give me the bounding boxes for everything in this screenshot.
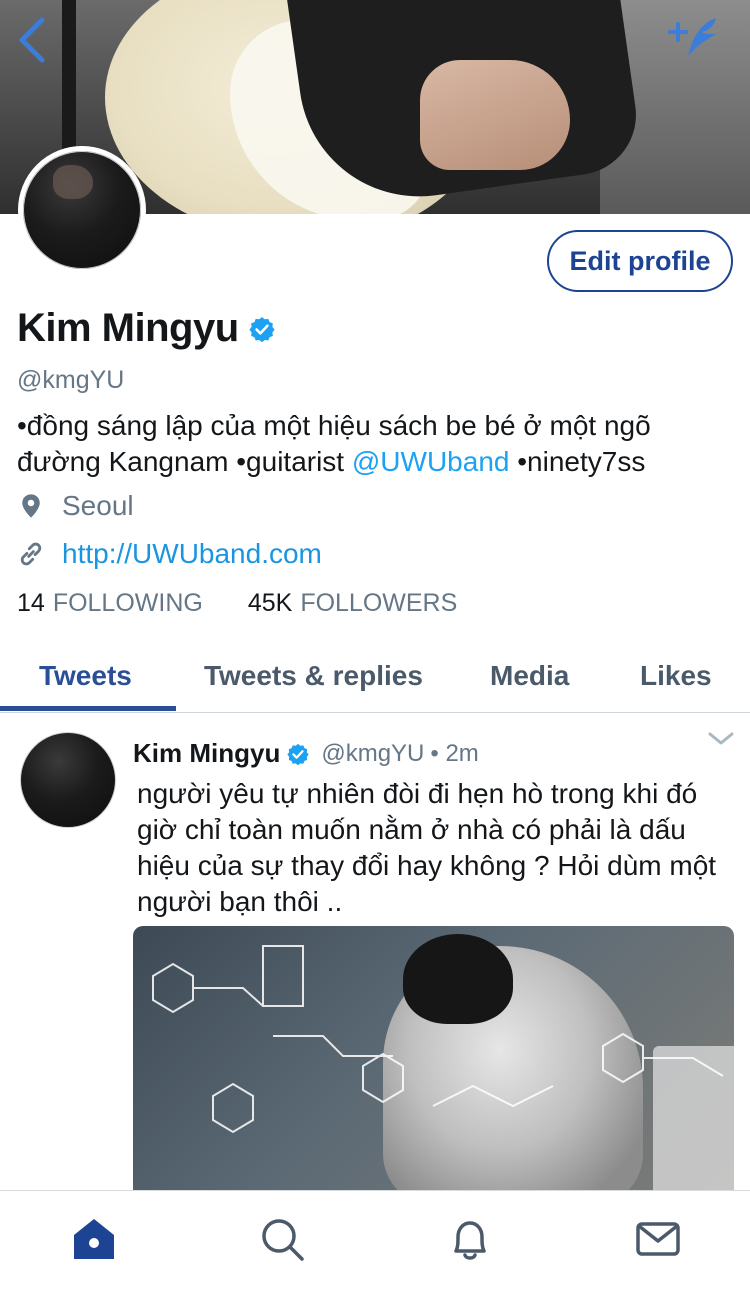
followers-stat[interactable]: 45K FOLLOWERS [248,589,457,618]
nav-home-button[interactable] [68,1213,120,1265]
profile-name: Kim Mingyu [17,306,239,350]
tweet-header: Kim Mingyu @kmgYU • 2m [133,738,479,769]
nav-search-button[interactable] [256,1213,308,1265]
messages-icon [636,1222,680,1256]
tweet-timestamp: • 2m [430,739,479,767]
website-link[interactable]: http://UWUband.com [62,538,322,570]
follow-stats: 14 FOLLOWING 45K FOLLOWERS [17,589,457,618]
nav-messages-button[interactable] [632,1213,684,1265]
profile-location: Seoul [17,490,134,522]
tweet-author-handle: @kmgYU [321,739,425,767]
bottom-navigation [0,1190,750,1289]
profile-tabs: Tweets Tweets & replies Media Likes [0,640,750,713]
chevron-down-icon[interactable] [706,730,736,748]
search-icon [262,1219,304,1261]
followers-count: 45K [247,589,293,617]
verified-badge-icon [287,743,309,765]
tweet-text: người yêu tự nhiên đòi đi hẹn hò trong k… [137,778,717,917]
compose-button[interactable] [664,12,724,64]
tab-media[interactable]: Media [490,640,569,712]
home-icon [74,1219,114,1259]
profile-name-row: Kim Mingyu [17,306,275,351]
edit-profile-button[interactable]: Edit profile [547,230,733,292]
chevron-left-icon [19,17,45,63]
tab-tweets-replies[interactable]: Tweets & replies [204,640,423,712]
location-text: Seoul [62,490,134,521]
profile-bio: •đồng sáng lập của một hiệu sách be bé ở… [17,408,737,480]
notifications-icon [454,1221,486,1260]
profile-avatar[interactable] [18,146,146,274]
tweet-author-avatar[interactable] [20,732,116,828]
location-pin-icon [22,494,40,518]
followers-label: FOLLOWERS [300,589,458,617]
following-label: FOLLOWING [52,589,203,617]
tweet-media-image[interactable] [133,926,734,1190]
tab-tweets[interactable]: Tweets [39,640,132,712]
following-count: 14 [17,589,45,617]
link-icon [20,542,42,566]
tweet-author-name[interactable]: Kim Mingyu [133,738,280,769]
active-tab-indicator [0,706,176,711]
compose-tweet-icon [668,18,716,56]
profile-handle: @kmgYU [17,366,125,394]
profile-website[interactable]: http://UWUband.com [17,538,322,570]
tab-likes[interactable]: Likes [640,640,712,712]
verified-badge-icon [249,316,275,342]
nav-notifications-button[interactable] [444,1213,496,1265]
back-button[interactable] [12,12,52,68]
following-stat[interactable]: 14 FOLLOWING [17,589,203,618]
bio-text-end: •ninety7ss [509,446,646,477]
bio-mention-link[interactable]: @UWUband [352,446,510,477]
